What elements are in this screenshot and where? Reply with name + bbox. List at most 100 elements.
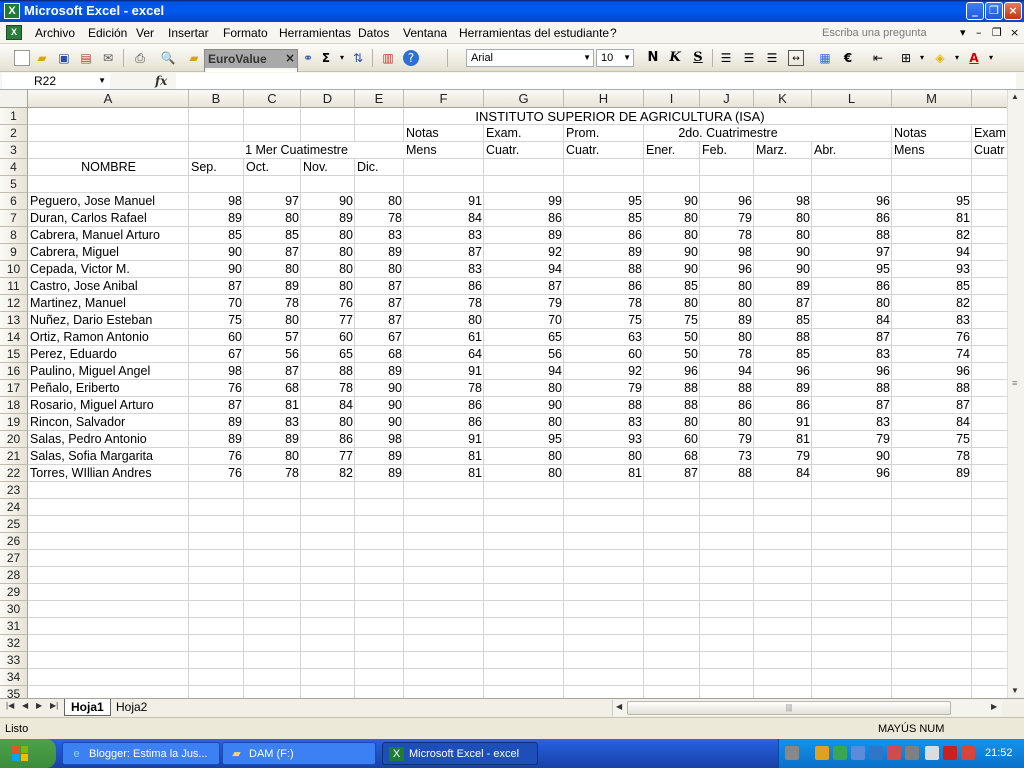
row-header-24[interactable]: 24 bbox=[0, 499, 28, 516]
score-cell-d[interactable]: 84 bbox=[301, 397, 355, 414]
question-dropdown-icon[interactable]: ▾ bbox=[960, 26, 966, 39]
security-icon[interactable] bbox=[833, 746, 847, 760]
score-cell-g[interactable]: 95 bbox=[484, 431, 564, 448]
column-header-a[interactable]: A bbox=[28, 90, 189, 108]
row-header-19[interactable]: 19 bbox=[0, 414, 28, 431]
score-cell-m[interactable]: 82 bbox=[892, 227, 972, 244]
column-header-j[interactable]: J bbox=[700, 90, 754, 108]
score-cell-h[interactable]: 88 bbox=[564, 261, 644, 278]
column-header-e[interactable]: E bbox=[355, 90, 404, 108]
score-cell-j[interactable]: 80 bbox=[700, 295, 754, 312]
score-cell-k[interactable]: 79 bbox=[754, 448, 812, 465]
score-cell-b[interactable]: 90 bbox=[189, 244, 244, 261]
column-header-l[interactable]: L bbox=[812, 90, 892, 108]
row-header-25[interactable]: 25 bbox=[0, 516, 28, 533]
student-name-cell[interactable]: Rosario, Miguel Arturo bbox=[28, 397, 189, 414]
score-cell-k[interactable]: 85 bbox=[754, 312, 812, 329]
next-sheet-icon[interactable]: ▶ bbox=[36, 701, 42, 710]
score-cell-m[interactable]: 75 bbox=[892, 431, 972, 448]
cell-a4-nombre[interactable]: NOMBRE bbox=[28, 159, 189, 176]
score-cell-h[interactable]: 92 bbox=[564, 363, 644, 380]
row-header-27[interactable]: 27 bbox=[0, 550, 28, 567]
scroll-up-icon[interactable]: ▲ bbox=[1011, 92, 1019, 101]
column-header-g[interactable]: G bbox=[484, 90, 564, 108]
messenger-icon[interactable] bbox=[961, 746, 975, 760]
row-header-11[interactable]: 11 bbox=[0, 278, 28, 295]
score-cell-h[interactable]: 93 bbox=[564, 431, 644, 448]
score-cell-l[interactable]: 83 bbox=[812, 346, 892, 363]
row-header-10[interactable]: 10 bbox=[0, 261, 28, 278]
student-name-cell[interactable]: Torres, WIllian Andres bbox=[28, 465, 189, 482]
print-icon[interactable]: ⎙ bbox=[132, 50, 148, 66]
help-icon[interactable]: ? bbox=[403, 50, 419, 66]
score-cell-i[interactable]: 60 bbox=[644, 431, 700, 448]
row-header-21[interactable]: 21 bbox=[0, 448, 28, 465]
cell-l3[interactable]: Abr. bbox=[812, 142, 892, 159]
score-cell-f[interactable]: 86 bbox=[404, 414, 484, 431]
score-cell-h[interactable]: 81 bbox=[564, 465, 644, 482]
score-cell-m[interactable]: 78 bbox=[892, 448, 972, 465]
taskbar-dam[interactable]: ▰ DAM (F:) bbox=[222, 742, 376, 765]
score-cell-k[interactable]: 84 bbox=[754, 465, 812, 482]
score-cell-l[interactable]: 86 bbox=[812, 278, 892, 295]
row-header-33[interactable]: 33 bbox=[0, 652, 28, 669]
score-cell-g[interactable]: 70 bbox=[484, 312, 564, 329]
tab-hoja1[interactable]: Hoja1 bbox=[64, 699, 111, 716]
score-cell-m[interactable]: 85 bbox=[892, 278, 972, 295]
row-header-30[interactable]: 30 bbox=[0, 601, 28, 618]
font-name-select[interactable]: Arial ▼ bbox=[466, 49, 594, 67]
excel-app-icon[interactable]: X bbox=[4, 3, 20, 19]
score-cell-l[interactable]: 88 bbox=[812, 380, 892, 397]
score-cell-j[interactable]: 88 bbox=[700, 465, 754, 482]
score-cell-b[interactable]: 76 bbox=[189, 380, 244, 397]
score-cell-m[interactable]: 88 bbox=[892, 380, 972, 397]
row-header-5[interactable]: 5 bbox=[0, 176, 28, 193]
new-icon[interactable] bbox=[14, 50, 30, 66]
score-cell-l[interactable]: 88 bbox=[812, 227, 892, 244]
score-cell-e[interactable]: 87 bbox=[355, 295, 404, 312]
student-name-cell[interactable]: Cabrera, Manuel Arturo bbox=[28, 227, 189, 244]
score-cell-g[interactable]: 80 bbox=[484, 380, 564, 397]
score-cell-i[interactable]: 90 bbox=[644, 244, 700, 261]
scroll-left-icon[interactable]: ◀ bbox=[616, 702, 622, 711]
menu-formato[interactable]: Formato bbox=[223, 26, 268, 40]
score-cell-j[interactable]: 79 bbox=[700, 210, 754, 227]
minimize-button[interactable]: _ bbox=[966, 2, 984, 20]
score-cell-h[interactable]: 60 bbox=[564, 346, 644, 363]
score-cell-m[interactable]: 95 bbox=[892, 193, 972, 210]
student-name-cell[interactable]: Martinez, Manuel bbox=[28, 295, 189, 312]
column-header-h[interactable]: H bbox=[564, 90, 644, 108]
score-cell-c[interactable]: 81 bbox=[244, 397, 301, 414]
student-name-cell[interactable]: Peguero, Jose Manuel bbox=[28, 193, 189, 210]
score-cell-i[interactable]: 80 bbox=[644, 295, 700, 312]
row-header-28[interactable]: 28 bbox=[0, 567, 28, 584]
scroll-grip-icon[interactable]: ≡ bbox=[1012, 378, 1017, 388]
score-cell-h[interactable]: 75 bbox=[564, 312, 644, 329]
score-cell-e[interactable]: 67 bbox=[355, 329, 404, 346]
underline-button[interactable]: S bbox=[689, 50, 707, 66]
score-cell-b[interactable]: 89 bbox=[189, 210, 244, 227]
score-cell-d[interactable]: 88 bbox=[301, 363, 355, 380]
score-cell-f[interactable]: 86 bbox=[404, 278, 484, 295]
row-header-18[interactable]: 18 bbox=[0, 397, 28, 414]
score-cell-g[interactable]: 86 bbox=[484, 210, 564, 227]
column-header-f[interactable]: F bbox=[404, 90, 484, 108]
score-cell-b[interactable]: 75 bbox=[189, 312, 244, 329]
formula-input[interactable] bbox=[176, 73, 1016, 89]
row-header-4[interactable]: 4 bbox=[0, 159, 28, 176]
score-cell-d[interactable]: 80 bbox=[301, 244, 355, 261]
score-cell-k[interactable]: 85 bbox=[754, 346, 812, 363]
score-cell-m[interactable]: 83 bbox=[892, 312, 972, 329]
score-cell-c[interactable]: 68 bbox=[244, 380, 301, 397]
student-name-cell[interactable]: Cepada, Victor M. bbox=[28, 261, 189, 278]
score-cell-h[interactable]: 86 bbox=[564, 227, 644, 244]
cell-b3-cuatrimestre[interactable]: 1 Mer Cuatimestre bbox=[189, 142, 404, 159]
font-color-icon[interactable]: A bbox=[966, 50, 982, 66]
score-cell-k[interactable]: 89 bbox=[754, 380, 812, 397]
workbook-icon[interactable]: X bbox=[6, 25, 22, 40]
score-cell-c[interactable]: 56 bbox=[244, 346, 301, 363]
score-cell-i[interactable]: 75 bbox=[644, 312, 700, 329]
score-cell-d[interactable]: 86 bbox=[301, 431, 355, 448]
row-header-26[interactable]: 26 bbox=[0, 533, 28, 550]
chart-wizard-icon[interactable]: ▥ bbox=[380, 50, 396, 66]
